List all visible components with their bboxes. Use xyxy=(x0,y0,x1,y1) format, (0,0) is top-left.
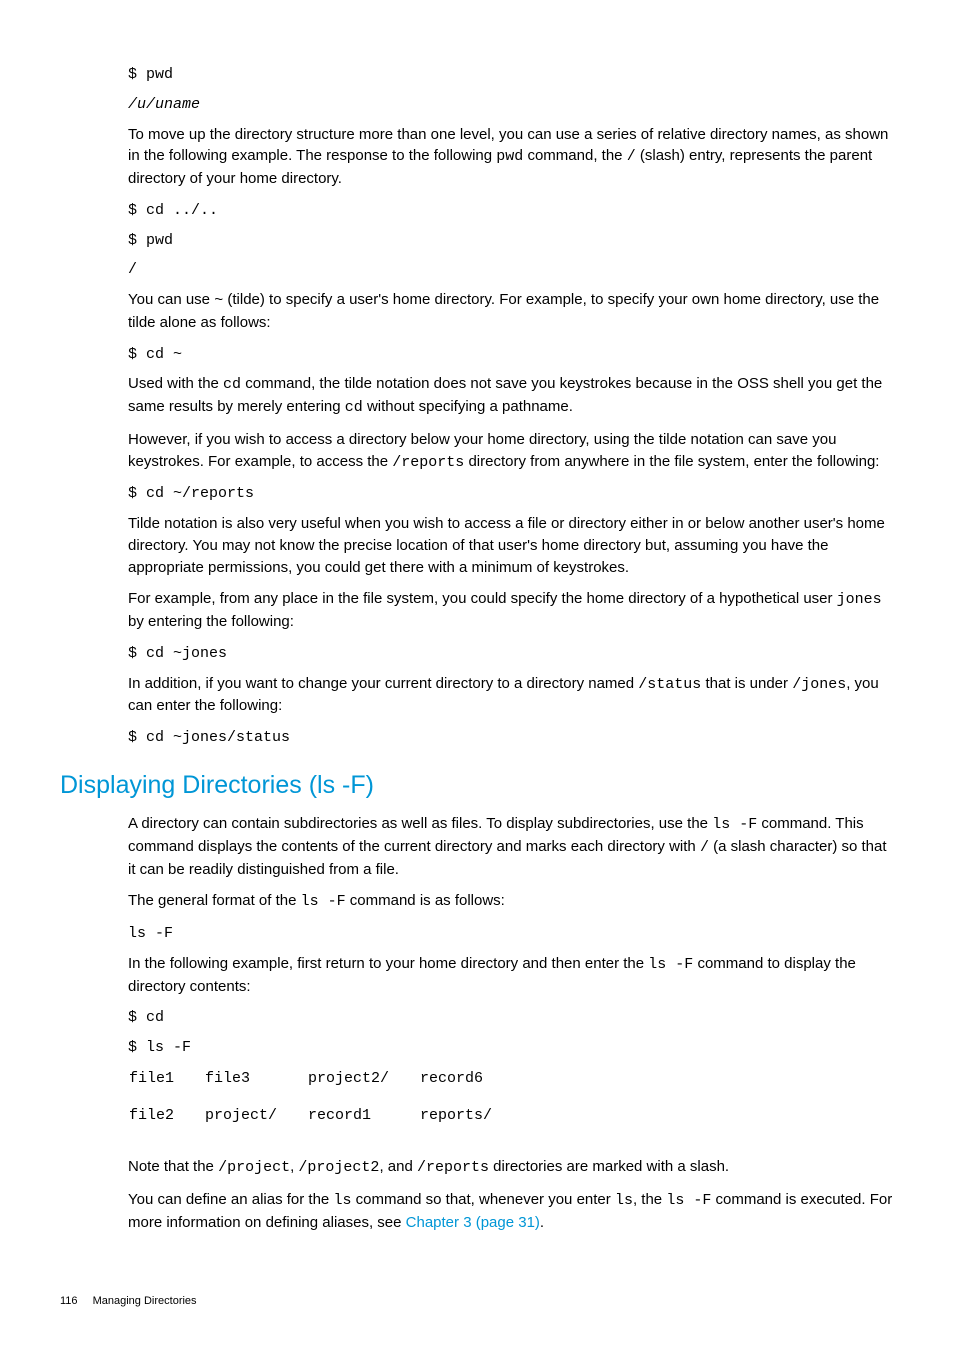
text: You can use xyxy=(128,291,214,308)
code-output: / xyxy=(128,259,894,281)
text: directories are marked with a slash. xyxy=(489,1158,729,1175)
text: without specifying a pathname. xyxy=(363,398,573,415)
page-footer: 116 Managing Directories xyxy=(60,1294,894,1310)
body-text: In the following example, first return t… xyxy=(128,953,894,998)
inline-code: jones xyxy=(837,591,882,608)
footer-chapter-title: Managing Directories xyxy=(93,1295,197,1307)
body-text: Used with the cd command, the tilde nota… xyxy=(128,373,894,419)
text: that is under xyxy=(701,675,792,692)
table-row: file1 file3 project2/ record6 xyxy=(128,1067,522,1104)
code-line: $ pwd xyxy=(128,64,894,86)
body-text: However, if you wish to access a directo… xyxy=(128,429,894,474)
table-cell: project/ xyxy=(204,1104,307,1141)
code-line: ls -F xyxy=(128,923,894,945)
text: Used with the xyxy=(128,375,223,392)
inline-code: ~ xyxy=(214,292,223,309)
body-text: Note that the /project, /project2, and /… xyxy=(128,1156,894,1179)
page-number: 116 xyxy=(60,1295,78,1307)
text: , the xyxy=(633,1191,666,1208)
table-cell: record1 xyxy=(307,1104,419,1141)
ls-output-table: file1 file3 project2/ record6 file2 proj… xyxy=(128,1067,522,1141)
inline-code: ls -F xyxy=(666,1192,711,1209)
text: Note that the xyxy=(128,1158,218,1175)
table-cell: file3 xyxy=(204,1067,307,1104)
inline-code: ls -F xyxy=(648,956,693,973)
inline-code: cd xyxy=(345,399,363,416)
inline-code: /project xyxy=(218,1159,290,1176)
code-line: $ pwd xyxy=(128,230,894,252)
table-cell: record6 xyxy=(419,1067,522,1104)
body-text: A directory can contain subdirectories a… xyxy=(128,813,894,880)
body-text: Tilde notation is also very useful when … xyxy=(128,513,894,578)
inline-code: pwd xyxy=(496,148,523,165)
inline-code: ls -F xyxy=(301,893,346,910)
inline-code: ls -F xyxy=(712,816,757,833)
section-heading: Displaying Directories (ls -F) xyxy=(60,767,894,803)
table-row: file2 project/ record1 reports/ xyxy=(128,1104,522,1141)
text: by entering the following: xyxy=(128,613,294,630)
text: command, the xyxy=(523,147,626,164)
inline-code: ls xyxy=(615,1192,633,1209)
code-line: $ ls -F xyxy=(128,1037,894,1059)
inline-code: /reports xyxy=(417,1159,489,1176)
text: command is as follows: xyxy=(346,892,505,909)
text: , and xyxy=(379,1158,417,1175)
text: The general format of the xyxy=(128,892,301,909)
body-text: You can use ~ (tilde) to specify a user'… xyxy=(128,289,894,334)
code-output: /u/uname xyxy=(128,94,894,116)
inline-code: cd xyxy=(223,376,241,393)
text: A directory can contain subdirectories a… xyxy=(128,815,712,832)
body-text: For example, from any place in the file … xyxy=(128,588,894,633)
inline-code: /project2 xyxy=(298,1159,379,1176)
inline-code: /jones xyxy=(792,676,846,693)
inline-code: /reports xyxy=(392,454,464,471)
text: (tilde) to specify a user's home directo… xyxy=(128,291,879,331)
body-text: The general format of the ls -F command … xyxy=(128,890,894,913)
table-cell: file2 xyxy=(128,1104,204,1141)
text: In addition, if you want to change your … xyxy=(128,675,638,692)
inline-code: ls xyxy=(333,1192,351,1209)
inline-code: /status xyxy=(638,676,701,693)
inline-code: / xyxy=(627,148,636,165)
body-text: To move up the directory structure more … xyxy=(128,124,894,190)
text: In the following example, first return t… xyxy=(128,955,648,972)
text: You can define an alias for the xyxy=(128,1191,333,1208)
code-line: $ cd ~jones/status xyxy=(128,727,894,749)
body-text: You can define an alias for the ls comma… xyxy=(128,1189,894,1234)
text: command so that, whenever you enter xyxy=(351,1191,614,1208)
inline-code: / xyxy=(700,839,709,856)
body-text: In addition, if you want to change your … xyxy=(128,673,894,718)
text: For example, from any place in the file … xyxy=(128,590,837,607)
code-line: $ cd ~jones xyxy=(128,643,894,665)
text: . xyxy=(540,1214,544,1231)
code-line: $ cd ../.. xyxy=(128,200,894,222)
code-line: $ cd ~/reports xyxy=(128,483,894,505)
table-cell: file1 xyxy=(128,1067,204,1104)
table-cell: reports/ xyxy=(419,1104,522,1141)
code-line: $ cd xyxy=(128,1007,894,1029)
table-cell: project2/ xyxy=(307,1067,419,1104)
cross-reference-link[interactable]: Chapter 3 (page 31) xyxy=(406,1214,540,1231)
text: directory from anywhere in the file syst… xyxy=(464,453,879,470)
code-line: $ cd ~ xyxy=(128,344,894,366)
